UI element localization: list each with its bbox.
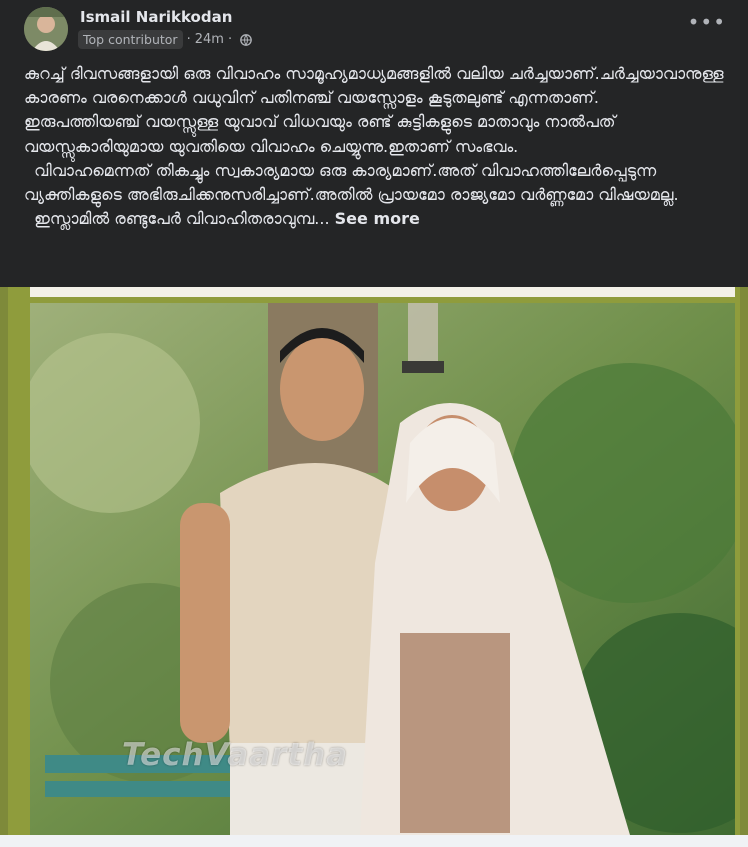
see-more-link[interactable]: See more [335,209,420,228]
feed-bottom-bar [0,835,748,847]
post-body-text: കുറച്ച് ദിവസങ്ങളായി ഒരു വിവാഹം സാമൂഹ്യമാ… [24,64,724,229]
post-time[interactable]: 24m [195,32,224,47]
post-body: കുറച്ച് ദിവസങ്ങളായി ഒരു വിവാഹം സാമൂഹ്യമാ… [24,62,724,231]
meta-separator: · [186,32,191,47]
top-contributor-badge[interactable]: Top contributor [78,30,183,49]
globe-icon [240,33,252,46]
more-options-icon[interactable]: ••• [688,12,726,32]
photo-top-strip [30,287,735,297]
post-meta: Top contributor · 24m · [78,30,252,49]
post-photo[interactable]: TechVaartha [0,287,748,835]
author-avatar[interactable] [24,7,68,51]
meta-separator-2: · [227,32,233,47]
author-name[interactable]: Ismail Narikkodan [80,8,232,26]
post-header: Ismail Narikkodan Top contributor · 24m … [0,0,748,58]
watermark-text: TechVaartha [122,737,349,773]
